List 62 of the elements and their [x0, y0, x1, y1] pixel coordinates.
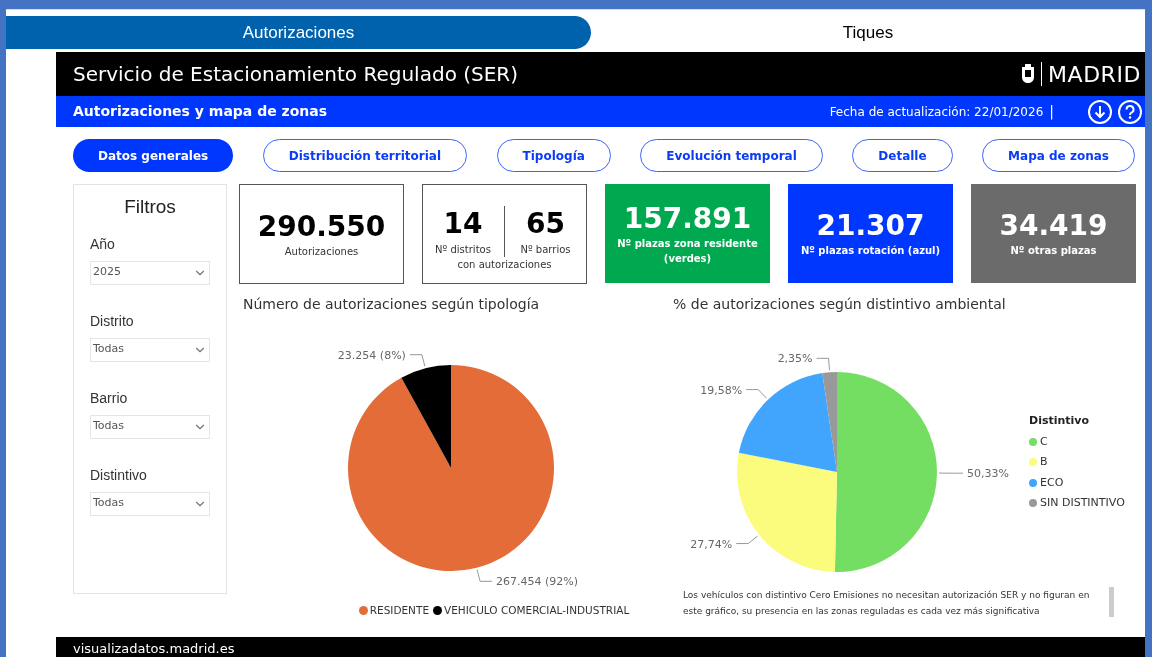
nav-button[interactable]: Tipología — [496, 139, 611, 172]
leader-line — [409, 354, 426, 367]
legend-label: ECO — [1040, 474, 1064, 491]
kpi-value: 290.550 — [257, 209, 386, 244]
nav-button[interactable]: Datos generales — [73, 139, 234, 172]
footer-link[interactable]: visualizadatos.madrid.es — [73, 641, 235, 657]
filter-panel-title: Filtros — [123, 195, 177, 219]
kpi-label: con autorizaciones — [457, 258, 552, 272]
kpi-value: 34.419 — [999, 209, 1108, 243]
filter-label: Distintivo — [90, 465, 148, 485]
chart-title: Número de autorizaciones según tipología — [243, 295, 541, 314]
kpi-value: 157.891 — [623, 201, 752, 236]
filter-dropdown[interactable]: Todas — [90, 337, 210, 362]
kpi-value: 14 — [443, 206, 483, 242]
separator-text: | — [1049, 102, 1054, 122]
legend-label: VEHICULO COMERCIAL-INDUSTRIAL — [444, 603, 630, 618]
nav-button[interactable]: Evolución temporal — [640, 139, 823, 172]
nav-button[interactable]: Distribución territorial — [262, 139, 468, 172]
kpi-label: Nº barrios — [520, 243, 571, 257]
nav-button[interactable]: Mapa de zonas — [982, 139, 1135, 172]
leader-line — [816, 357, 830, 371]
filter-label: Distrito — [90, 311, 135, 331]
data-label: 50,33% — [967, 467, 1009, 481]
kpi-label: Nº plazas zona residente (verdes) — [616, 236, 759, 266]
crest-icon — [1021, 64, 1035, 84]
kpi-value: 21.307 — [816, 209, 925, 243]
chart-title: % de autorizaciones según distintivo ambiental — [673, 295, 1007, 314]
download-icon[interactable] — [1088, 99, 1112, 124]
kpi-label: Nº otras plazas — [1009, 244, 1098, 258]
update-date: Fecha de actualización: 22/01/2026 — [829, 103, 1044, 121]
data-label: 19,58% — [700, 383, 743, 397]
kpi-label: Nº distritos — [435, 243, 491, 257]
data-label: 2,35% — [777, 352, 813, 366]
legend-label: C — [1040, 433, 1048, 450]
leader-line — [735, 535, 759, 545]
kpi-value: 65 — [526, 206, 565, 242]
legend-title: Distintivo — [1029, 413, 1091, 429]
tab[interactable]: Autorizaciones — [6, 16, 591, 49]
help-icon[interactable] — [1118, 99, 1142, 124]
data-label: 27,74% — [690, 537, 733, 551]
filter-dropdown[interactable]: 2025 — [90, 260, 210, 285]
filter-dropdown[interactable]: Todas — [90, 491, 210, 516]
filter-label: Año — [90, 234, 116, 254]
scrollbar — [1109, 587, 1114, 617]
legend-label: RESIDENTE — [369, 603, 430, 618]
kpi-label: Autorizaciones — [284, 244, 359, 259]
brand-name: MADRID — [1048, 60, 1141, 89]
legend-label: B — [1040, 454, 1048, 470]
page-title: Servicio de Estacionamiento Regulado (SER) — [73, 61, 519, 88]
data-label: 23.254 (8%) — [337, 348, 406, 362]
nav-button[interactable]: Detalle — [852, 139, 953, 172]
leader-line — [476, 569, 493, 582]
filter-label: Barrio — [90, 388, 129, 408]
filter-dropdown[interactable]: Todas — [90, 414, 210, 439]
tab[interactable]: Tiques — [591, 16, 1145, 49]
chart-note: Los vehículos con distintivo Cero Emisiones no necesitan autorización SER y no figuran en este gráfico, su presencia en las zonas reguladas es cada vez más significativa — [683, 589, 1091, 618]
section-title: Autorizaciones y mapa de zonas — [73, 102, 328, 121]
kpi-label: Nº plazas rotación (azul) — [799, 244, 942, 258]
leader-line — [745, 389, 767, 399]
legend-label: SIN DISTINTIVO — [1040, 495, 1125, 511]
leader-line — [938, 472, 964, 474]
data-label: 267.454 (92%) — [496, 575, 579, 589]
